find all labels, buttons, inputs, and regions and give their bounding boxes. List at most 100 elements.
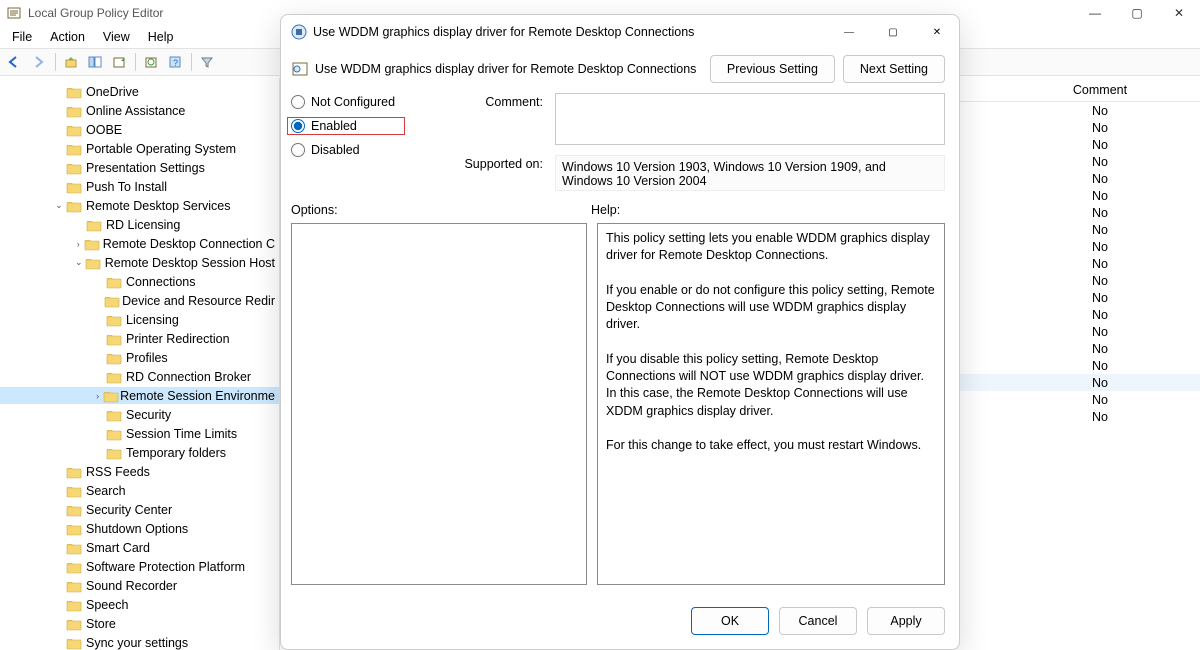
- tree-item-label: Remote Desktop Services: [86, 199, 235, 213]
- tree-item-label: Push To Install: [86, 180, 171, 194]
- tree-item-label: Remote Desktop Connection C: [103, 237, 279, 251]
- tree-item-store[interactable]: Store: [0, 615, 279, 632]
- tree-expand-icon[interactable]: ⌄: [72, 257, 85, 268]
- radio-enabled-input[interactable]: [291, 119, 305, 133]
- tree-item-security[interactable]: Security: [0, 406, 279, 423]
- gpedit-app-icon: [6, 5, 22, 21]
- menu-view[interactable]: View: [95, 28, 138, 46]
- tree-item-smart-card[interactable]: Smart Card: [0, 539, 279, 556]
- next-setting-button[interactable]: Next Setting: [843, 55, 945, 83]
- tree-item-rd-connection-broker[interactable]: RD Connection Broker: [0, 368, 279, 385]
- tree-item-security-center[interactable]: Security Center: [0, 501, 279, 518]
- tree-expand-icon[interactable]: ›: [72, 239, 84, 249]
- dialog-maximize-button[interactable]: ▢: [871, 17, 915, 47]
- tree-item-presentation-settings[interactable]: Presentation Settings: [0, 159, 279, 176]
- tree-item-connections[interactable]: Connections: [0, 273, 279, 290]
- radio-not-configured-input[interactable]: [291, 95, 305, 109]
- radio-disabled[interactable]: Disabled: [291, 143, 401, 157]
- tree-item-remote-desktop-connection-client[interactable]: › Remote Desktop Connection C: [0, 235, 279, 252]
- tree-item-label: Remote Session Environme: [120, 389, 279, 403]
- folder-icon: [106, 370, 122, 384]
- tree-item-shutdown-options[interactable]: Shutdown Options: [0, 520, 279, 537]
- main-close-button[interactable]: ✕: [1158, 0, 1200, 26]
- toolbar-forward-button[interactable]: [28, 51, 50, 73]
- tree-item-device-and-resource-redirection[interactable]: Device and Resource Redir: [0, 292, 279, 309]
- toolbar-refresh-button[interactable]: [140, 51, 162, 73]
- folder-icon: [84, 237, 98, 251]
- tree-pane[interactable]: OneDrive Online Assistance OOBE Portable Op…: [0, 78, 280, 650]
- folder-icon: [66, 503, 82, 517]
- list-cell-comment: No: [1000, 223, 1200, 237]
- folder-icon: [103, 389, 116, 403]
- tree-item-rss-feeds[interactable]: RSS Feeds: [0, 463, 279, 480]
- folder-icon: [106, 313, 122, 327]
- tree-item-label: Printer Redirection: [126, 332, 234, 346]
- tree-item-label: Security: [126, 408, 175, 422]
- toolbar-back-button[interactable]: [4, 51, 26, 73]
- tree-item-licensing[interactable]: Licensing: [0, 311, 279, 328]
- main-window-controls: — ▢ ✕: [1074, 0, 1200, 26]
- list-cell-comment: No: [1000, 325, 1200, 339]
- tree-item-speech[interactable]: Speech: [0, 596, 279, 613]
- main-minimize-button[interactable]: —: [1074, 0, 1116, 26]
- radio-not-configured[interactable]: Not Configured: [291, 95, 401, 109]
- tree-expand-icon[interactable]: ⌄: [52, 200, 66, 211]
- tree-item-label: Store: [86, 617, 120, 631]
- tree-item-label: Sound Recorder: [86, 579, 181, 593]
- tree-item-online-assistance[interactable]: Online Assistance: [0, 102, 279, 119]
- tree-item-oobe[interactable]: OOBE: [0, 121, 279, 138]
- radio-not-configured-label: Not Configured: [311, 95, 395, 109]
- tree-item-rd-licensing[interactable]: RD Licensing: [0, 216, 279, 233]
- toolbar-up-button[interactable]: [60, 51, 82, 73]
- tree-item-search[interactable]: Search: [0, 482, 279, 499]
- tree-item-profiles[interactable]: Profiles: [0, 349, 279, 366]
- folder-icon: [85, 256, 100, 270]
- apply-button[interactable]: Apply: [867, 607, 945, 635]
- tree-item-sync-your-settings[interactable]: Sync your settings: [0, 634, 279, 650]
- folder-icon: [66, 541, 82, 555]
- list-cell-comment: No: [1000, 308, 1200, 322]
- comment-textarea[interactable]: [555, 93, 945, 145]
- tree-item-remote-session-environment[interactable]: › Remote Session Environme: [0, 387, 279, 404]
- folder-icon: [106, 332, 122, 346]
- radio-disabled-input[interactable]: [291, 143, 305, 157]
- dialog-minimize-button[interactable]: —: [827, 17, 871, 47]
- radio-enabled[interactable]: Enabled: [287, 117, 405, 135]
- folder-icon: [86, 218, 102, 232]
- toolbar-show-hide-tree-button[interactable]: [84, 51, 106, 73]
- tree-item-remote-desktop-services[interactable]: ⌄ Remote Desktop Services: [0, 197, 279, 214]
- menu-help[interactable]: Help: [140, 28, 182, 46]
- folder-icon: [66, 560, 82, 574]
- tree-item-label: Temporary folders: [126, 446, 230, 460]
- tree-item-onedrive[interactable]: OneDrive: [0, 83, 279, 100]
- tree-item-portable-operating-system[interactable]: Portable Operating System: [0, 140, 279, 157]
- tree-item-remote-desktop-session-host[interactable]: ⌄Remote Desktop Session Host: [0, 254, 279, 271]
- toolbar-help-button[interactable]: ?: [164, 51, 186, 73]
- folder-icon: [66, 465, 82, 479]
- tree-item-sound-recorder[interactable]: Sound Recorder: [0, 577, 279, 594]
- folder-icon: [66, 142, 82, 156]
- tree-item-printer-redirection[interactable]: Printer Redirection: [0, 330, 279, 347]
- tree-item-push-to-install[interactable]: Push To Install: [0, 178, 279, 195]
- toolbar-separator: [191, 53, 192, 71]
- previous-setting-button[interactable]: Previous Setting: [710, 55, 835, 83]
- tree-item-label: Speech: [86, 598, 132, 612]
- toolbar-filter-button[interactable]: [196, 51, 218, 73]
- tree-item-label: Software Protection Platform: [86, 560, 249, 574]
- list-cell-comment: No: [1000, 155, 1200, 169]
- menu-action[interactable]: Action: [42, 28, 93, 46]
- menu-file[interactable]: File: [4, 28, 40, 46]
- tree-item-temporary-folders[interactable]: Temporary folders: [0, 444, 279, 461]
- tree-item-session-time-limits[interactable]: Session Time Limits: [0, 425, 279, 442]
- list-cell-comment: No: [1000, 393, 1200, 407]
- main-maximize-button[interactable]: ▢: [1116, 0, 1158, 26]
- list-cell-comment: No: [1000, 410, 1200, 424]
- cancel-button[interactable]: Cancel: [779, 607, 857, 635]
- list-col-comment[interactable]: Comment: [1000, 83, 1200, 97]
- ok-button[interactable]: OK: [691, 607, 769, 635]
- toolbar-export-button[interactable]: [108, 51, 130, 73]
- folder-icon: [106, 427, 122, 441]
- tree-item-software-protection-platform[interactable]: Software Protection Platform: [0, 558, 279, 575]
- dialog-close-button[interactable]: ✕: [915, 17, 959, 47]
- tree-expand-icon[interactable]: ›: [92, 391, 103, 401]
